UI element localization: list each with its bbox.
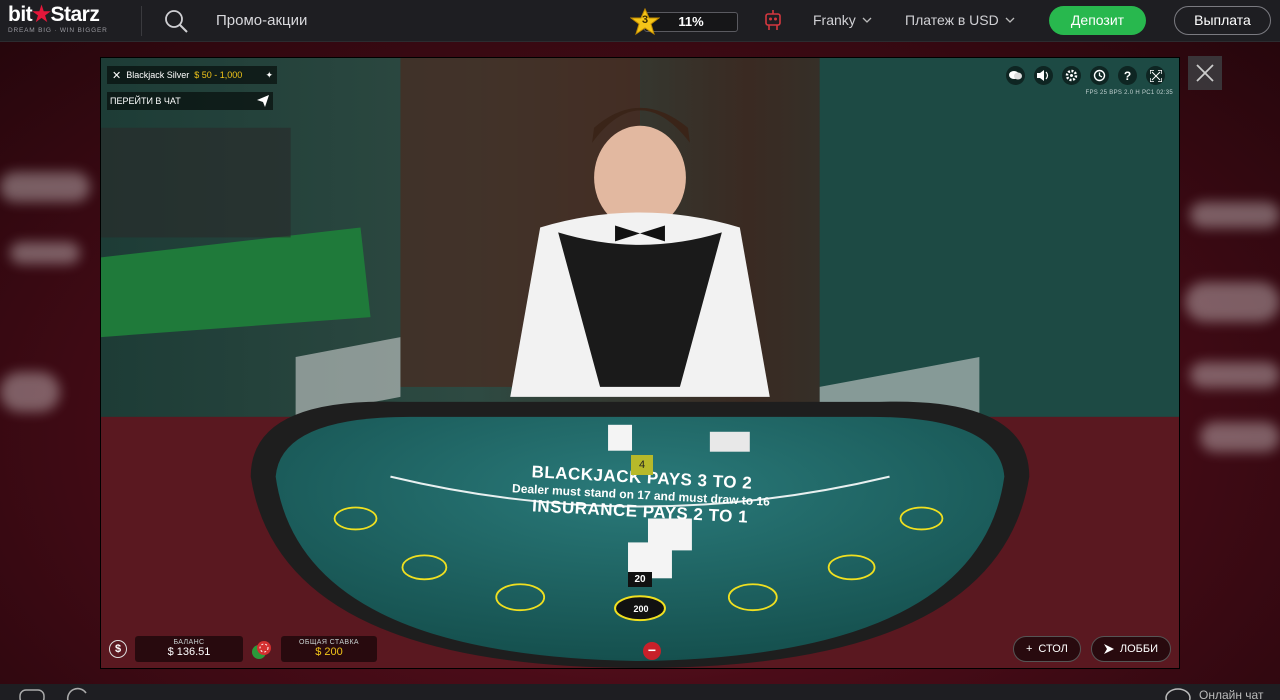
fullscreen-icon[interactable]: [1146, 66, 1165, 85]
chat-bubbles-icon[interactable]: [1006, 66, 1025, 85]
send-icon: [257, 95, 269, 107]
lobby-button[interactable]: ЛОББИ: [1090, 636, 1171, 662]
plus-icon: +: [1025, 643, 1033, 655]
balance-area: $ БАЛАНС $ 136.51 ОБЩАЯ СТАВКА $ 200: [109, 636, 377, 662]
level-number: 3: [641, 14, 649, 26]
table-info[interactable]: ✕ Blackjack Silver $ 50 - 1,000 ✦: [107, 66, 277, 84]
refresh-icon[interactable]: [64, 687, 92, 700]
level-progress[interactable]: 11% 3: [630, 8, 738, 36]
chip-stack-icon: [252, 641, 271, 659]
chevron-down-icon: [862, 17, 872, 23]
close-icon: [1196, 64, 1214, 82]
currency-label: Платеж в USD: [905, 12, 999, 28]
history-icon[interactable]: [1090, 66, 1109, 85]
bottom-bar: [0, 684, 1280, 700]
promo-link[interactable]: Промо-акции: [216, 12, 307, 29]
balance-value: $ 136.51: [167, 646, 211, 658]
chevron-down-icon: [1005, 17, 1015, 23]
total-bet-label: ОБЩАЯ СТАВКА: [298, 639, 360, 646]
pin-icon[interactable]: ✦: [265, 70, 273, 81]
nav-divider: [141, 6, 142, 36]
bitstarz-logo[interactable]: bit★Starz DREAM BIG · WIN BIGGER: [8, 4, 123, 38]
total-bet-value: $ 200: [315, 646, 343, 658]
table-name: Blackjack Silver: [126, 70, 190, 80]
top-nav-bar: bit★Starz DREAM BIG · WIN BIGGER Промо-а…: [0, 0, 1280, 42]
online-chat-button[interactable]: Онлайн чат: [1165, 688, 1263, 700]
chat-button[interactable]: ПЕРЕЙТИ В ЧАТ: [107, 92, 273, 110]
withdraw-button[interactable]: Выплата: [1174, 6, 1271, 35]
lobby-button-label: ЛОББИ: [1119, 643, 1158, 655]
game-toolbar: ?: [1006, 66, 1165, 85]
nav-buttons: + СТОЛ ЛОББИ: [1012, 636, 1171, 662]
balance-panel: БАЛАНС $ 136.51: [135, 636, 243, 662]
chat-label: ПЕРЕЙТИ В ЧАТ: [110, 96, 181, 106]
player-total: 20: [628, 572, 652, 587]
close-icon[interactable]: ✕: [112, 69, 121, 82]
live-game-frame[interactable]: BLACKJACK PAYS 3 TO 2 Dealer must stand …: [100, 57, 1180, 669]
balance-label: БАЛАНС: [173, 639, 205, 646]
stream-stats: FPS 25 BPS 2.0 H PC1 02:35: [1085, 90, 1173, 96]
online-chat-label: Онлайн чат: [1199, 688, 1264, 700]
table-limits: $ 50 - 1,000: [194, 70, 243, 80]
total-bet-panel: ОБЩАЯ СТАВКА $ 200: [281, 636, 377, 662]
dealer-total: 4: [631, 455, 653, 475]
dollar-icon[interactable]: $: [109, 640, 127, 658]
deposit-button[interactable]: Депозит: [1049, 6, 1146, 35]
search-icon[interactable]: [164, 9, 188, 33]
chat-bubble-icon: [1165, 688, 1191, 700]
user-menu[interactable]: Franky: [813, 12, 872, 28]
help-icon[interactable]: ?: [1118, 66, 1137, 85]
currency-menu[interactable]: Платеж в USD: [905, 12, 1015, 28]
volume-icon[interactable]: [1034, 66, 1053, 85]
chip-value: 200: [633, 604, 649, 614]
settings-icon[interactable]: [1062, 66, 1081, 85]
arrow-icon: [1103, 644, 1114, 654]
gamepad-icon[interactable]: [18, 687, 46, 700]
table-button-label: СТОЛ: [1038, 643, 1068, 655]
username: Franky: [813, 12, 856, 28]
close-game-button[interactable]: [1188, 56, 1222, 90]
robot-icon[interactable]: [762, 8, 784, 32]
table-button[interactable]: + СТОЛ: [1012, 636, 1081, 662]
remove-chip-button[interactable]: −: [643, 642, 661, 660]
